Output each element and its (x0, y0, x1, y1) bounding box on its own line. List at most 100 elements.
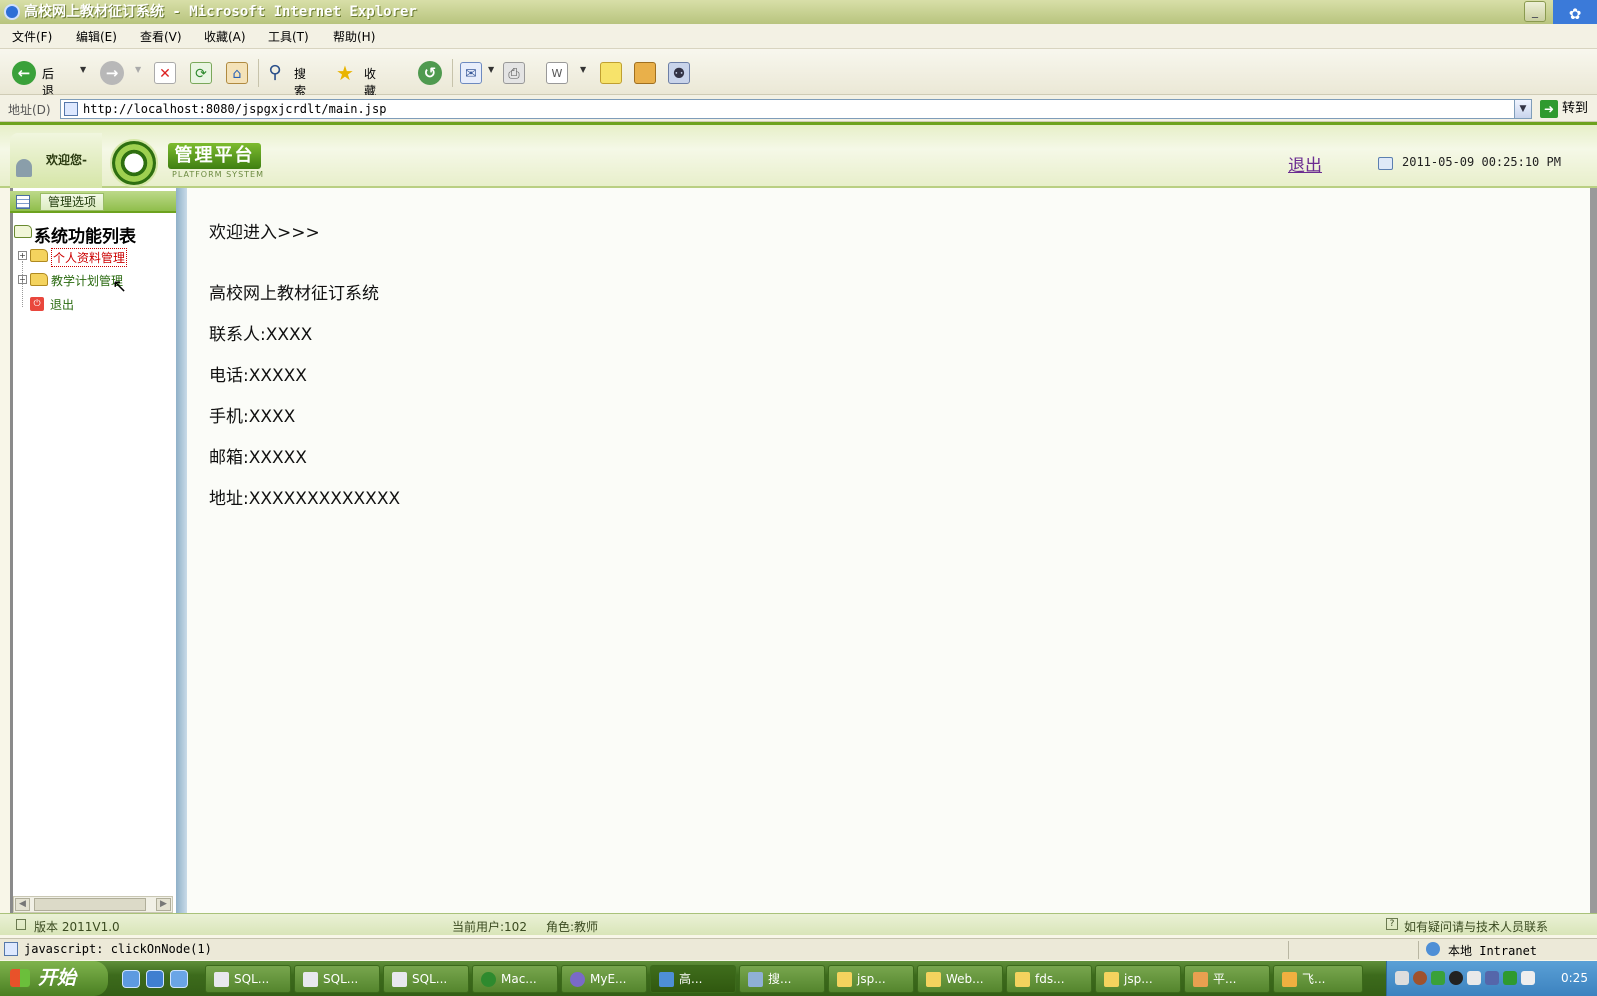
taskbar-clock[interactable]: 0:25 (1561, 971, 1588, 985)
research-icon[interactable] (634, 62, 656, 84)
right-border (1590, 188, 1597, 913)
tray-app-icon[interactable] (1431, 971, 1445, 985)
home-icon[interactable]: ⌂ (226, 62, 248, 84)
document-icon (16, 919, 26, 930)
keyboard-icon[interactable] (1395, 971, 1409, 985)
network-icon[interactable] (1467, 971, 1481, 985)
taskbar-item[interactable]: SQL... (205, 965, 291, 993)
ie-status-bar: javascript: clickOnNode(1) 本地 Intranet (0, 938, 1597, 960)
forward-dropdown[interactable]: ▼ (135, 65, 141, 74)
go-button[interactable]: ➜ 转到 (1540, 99, 1596, 119)
note-icon[interactable] (600, 62, 622, 84)
window-title: 高校网上教材征订系统 - Microsoft Internet Explorer (24, 4, 417, 20)
edit-word-icon[interactable]: W (546, 62, 568, 84)
sidebar-tab[interactable]: 管理选项 (10, 191, 176, 213)
star-icon: ★ (336, 61, 354, 85)
taskbar-item[interactable]: SQL... (383, 965, 469, 993)
email: 邮箱:XXXXX (209, 448, 307, 468)
sidebar-hscrollbar[interactable]: ◀ ▶ (13, 896, 173, 913)
minimize-button[interactable]: _ (1524, 1, 1546, 22)
desktop-quicklaunch-icon[interactable] (170, 970, 188, 988)
edit-dropdown[interactable]: ▼ (580, 65, 586, 74)
address-label: 地址(D) (8, 103, 51, 117)
toolbar-separator (452, 59, 453, 87)
taskbar-item[interactable]: jsp... (828, 965, 914, 993)
menu-tools[interactable]: 工具(T) (268, 28, 309, 45)
brand-subtitle: PLATFORM SYSTEM (172, 170, 264, 179)
scroll-right-arrow-icon[interactable]: ▶ (156, 898, 171, 911)
page-icon (4, 942, 18, 956)
qq-icon[interactable] (1449, 971, 1463, 985)
back-dropdown[interactable]: ▼ (80, 65, 86, 74)
mail-icon[interactable]: ✉ (460, 62, 482, 84)
version-text: 版本 2011V1.0 (34, 920, 120, 934)
print-icon[interactable]: ⎙ (503, 62, 525, 84)
tray-expand-icon[interactable] (1413, 971, 1427, 985)
address: 地址:XXXXXXXXXXXXX (209, 489, 401, 509)
scroll-left-arrow-icon[interactable]: ◀ (15, 898, 30, 911)
taskbar-item[interactable]: Web... (917, 965, 1003, 993)
menu-help[interactable]: 帮助(H) (333, 28, 375, 45)
sql-icon (392, 972, 407, 987)
main-content (187, 188, 1590, 913)
update-icon[interactable] (1503, 971, 1517, 985)
taskbar-item[interactable]: jsp... (1095, 965, 1181, 993)
breadcrumb: 欢迎进入>>> (209, 223, 320, 243)
window-titlebar: 高校网上教材征订系统 - Microsoft Internet Explorer (0, 0, 1597, 24)
taskbar-item[interactable]: 飞... (1273, 965, 1363, 993)
refresh-icon[interactable]: ⟳ (190, 62, 212, 84)
taskbar-item[interactable]: 平... (1184, 965, 1270, 993)
tree-item-label: 退出 (50, 298, 75, 312)
stop-icon[interactable]: ✕ (154, 62, 176, 84)
forward-arrow-icon[interactable]: → (100, 61, 124, 85)
taskbar-item[interactable]: SQL... (294, 965, 380, 993)
tree-root-label: 系统功能列表 (34, 227, 136, 247)
browser-quicklaunch-icon[interactable] (146, 970, 164, 988)
app-icon (1193, 972, 1208, 987)
brand-title: 管理平台 (168, 143, 261, 169)
toolbar-separator (258, 59, 259, 87)
ie-icon (4, 4, 20, 20)
taskbar-item[interactable]: fds... (1006, 965, 1092, 993)
taskbar-item[interactable]: MyE... (561, 965, 647, 993)
folder-icon (837, 972, 852, 987)
contact-person: 联系人:XXXX (209, 325, 313, 345)
taskbar-item[interactable]: Mac... (472, 965, 558, 993)
sql-icon (214, 972, 229, 987)
display-icon[interactable] (1485, 971, 1499, 985)
menu-edit[interactable]: 编辑(E) (76, 28, 117, 45)
toolbar: ← 后退 ▼ → ▼ ✕ ⟳ ⌂ ⚲ 搜索 ★ 收藏夹 ↺ ✉ ▼ ⎙ W ▼ … (0, 49, 1597, 115)
expand-plus-icon[interactable]: + (18, 251, 27, 260)
sidebar-tab-label: 管理选项 (40, 193, 104, 211)
mouse-cursor: ↖ (112, 276, 128, 297)
app-footer: 版本 2011V1.0 当前用户:102 角色:教师 ? 如有疑问请与技术人员联… (0, 913, 1597, 935)
help-text: 如有疑问请与技术人员联系 (1404, 920, 1549, 934)
menu-view[interactable]: 查看(V) (140, 28, 182, 45)
address-input[interactable]: http://localhost:8080/jspgxjcrdlt/main.j… (60, 99, 1532, 119)
messenger-icon[interactable]: ⚉ (668, 62, 690, 84)
back-arrow-icon: ← (12, 61, 36, 85)
folder-icon (30, 249, 48, 262)
menu-favorites[interactable]: 收藏(A) (204, 28, 246, 45)
menu-file[interactable]: 文件(F) (12, 28, 52, 45)
history-icon[interactable]: ↺ (418, 61, 442, 85)
calendar-icon (1378, 157, 1393, 170)
mail-dropdown[interactable]: ▼ (488, 65, 494, 74)
taskbar-item[interactable]: 搜... (739, 965, 825, 993)
user-icon (16, 159, 32, 177)
folder-icon (1104, 972, 1119, 987)
windows-flag-icon (10, 969, 30, 987)
feixin-icon (1282, 972, 1297, 987)
page-icon (64, 102, 78, 116)
scroll-thumb[interactable] (34, 898, 146, 911)
ie-quicklaunch-icon[interactable] (122, 970, 140, 988)
logout-icon: ⏻ (30, 297, 44, 311)
volume-icon[interactable] (1521, 971, 1535, 985)
address-dropdown[interactable]: ▼ (1514, 99, 1532, 119)
frame-splitter[interactable] (176, 188, 187, 913)
header-datetime: 2011-05-09 00:25:10 PM (1402, 155, 1561, 169)
taskbar-item-active[interactable]: 高... (650, 965, 736, 993)
start-button[interactable]: 开始 (0, 961, 108, 996)
header-logout-link[interactable]: 退出 (1288, 151, 1322, 176)
grid-icon (16, 195, 30, 209)
